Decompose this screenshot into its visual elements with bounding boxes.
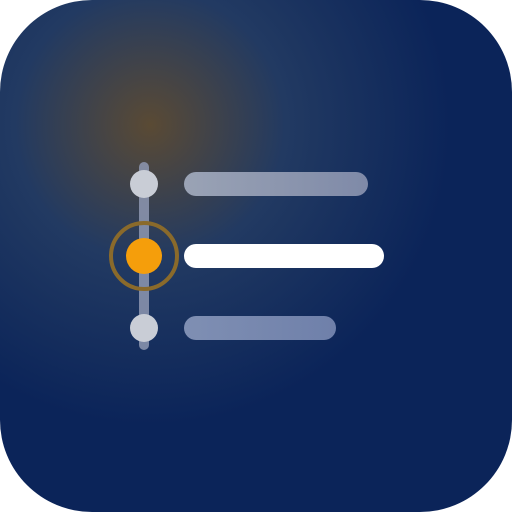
timeline-node-inactive [130, 170, 158, 198]
list-bar-inactive [184, 316, 336, 340]
list-bar-inactive [184, 172, 368, 196]
timeline-node-inactive [130, 314, 158, 342]
timeline-list-icon [0, 0, 512, 512]
app-icon [0, 0, 512, 512]
list-bar-active [184, 244, 384, 268]
timeline-node-active [126, 238, 162, 274]
